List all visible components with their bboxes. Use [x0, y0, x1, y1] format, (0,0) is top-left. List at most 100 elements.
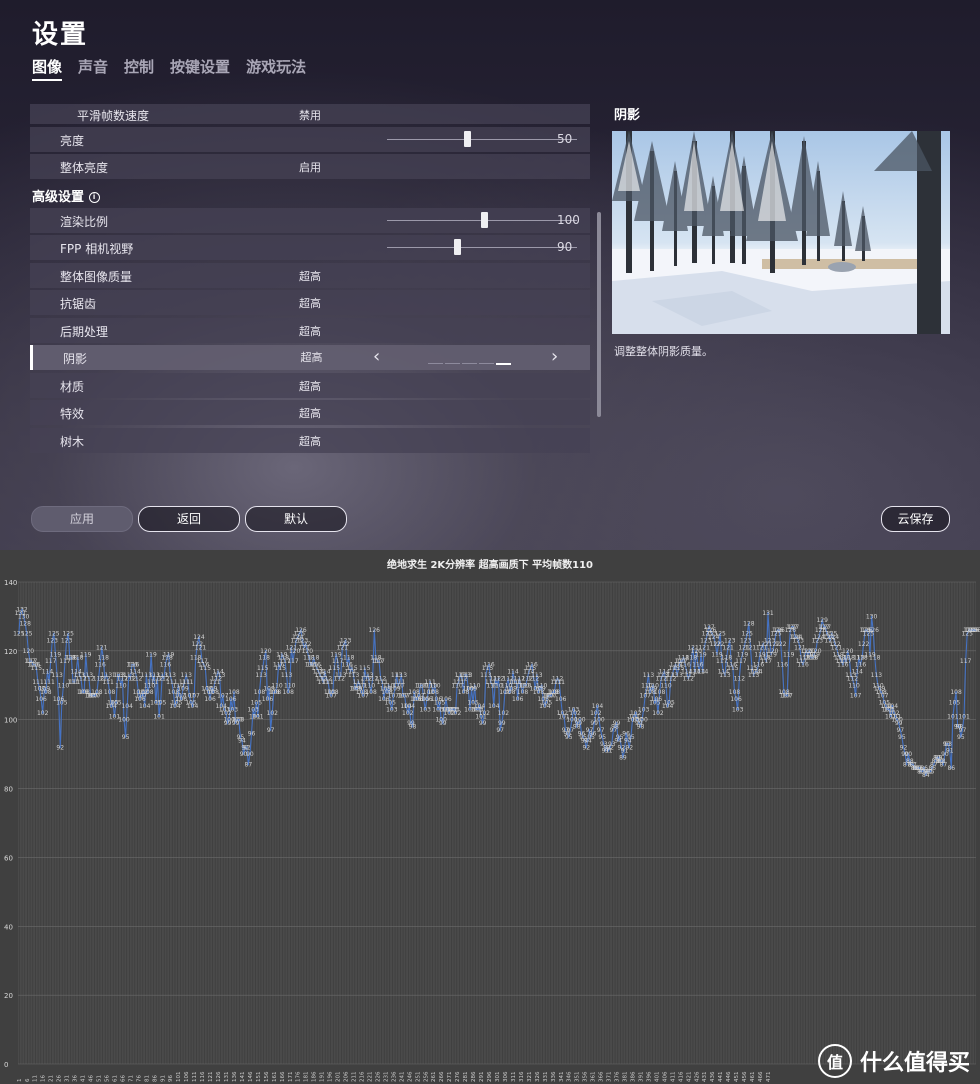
setting-row-antialiasing[interactable]: 抗锯齿 超高	[30, 290, 590, 315]
data-label: 116	[483, 662, 495, 669]
fov-slider[interactable]	[387, 239, 577, 255]
setting-row-overall-brightness[interactable]: 整体亮度 启用	[30, 154, 590, 179]
data-label: 116	[160, 662, 172, 669]
x-tick-label: 286	[471, 1071, 477, 1082]
slider-knob[interactable]	[454, 239, 461, 255]
data-label: 101	[153, 713, 165, 720]
setting-row-smooth-fps[interactable]: 平滑帧数速度 禁用	[30, 104, 590, 124]
x-tick-label: 66	[120, 1075, 126, 1082]
setting-row-textures[interactable]: 材质 超高	[30, 372, 590, 398]
data-label: 91	[946, 748, 954, 755]
info-icon[interactable]: i	[88, 191, 100, 203]
data-label: 117	[735, 658, 747, 665]
tab-graphics[interactable]: 图像	[32, 56, 63, 81]
x-tick-label: 131	[224, 1072, 230, 1083]
data-label: 128	[743, 620, 755, 627]
data-label: 113	[531, 672, 543, 679]
data-label: 106	[555, 696, 567, 703]
data-label: 95	[898, 734, 906, 741]
cloud-save-button[interactable]: 云保存	[881, 506, 950, 532]
data-label: 102	[450, 710, 462, 717]
data-label: 128	[19, 620, 31, 627]
data-label: 105	[110, 700, 122, 707]
y-tick-label: 140	[4, 579, 17, 587]
data-label: 96	[589, 730, 597, 737]
x-tick-label: 141	[240, 1072, 246, 1083]
x-tick-label: 46	[89, 1075, 95, 1082]
data-label: 107	[850, 693, 862, 700]
data-label: 108	[104, 689, 116, 696]
setting-row-render-scale[interactable]: 渲染比例 100	[30, 207, 590, 233]
data-label: 123	[47, 638, 59, 645]
setting-row-overall-quality[interactable]: 整体图像质量 超高	[30, 262, 590, 288]
x-tick-label: 306	[503, 1071, 509, 1082]
render-scale-slider[interactable]	[387, 211, 577, 228]
settings-scrollbar[interactable]	[596, 104, 602, 466]
x-tick-label: 461	[750, 1072, 756, 1083]
tab-keybinds[interactable]: 按键设置	[170, 56, 230, 81]
data-label: 124	[193, 634, 205, 641]
settings-screen: 设置 图像 声音 控制 按键设置 游戏玩法 平滑帧数速度 禁用 亮度 50 整体…	[0, 0, 980, 550]
chevron-right-icon[interactable]: ›	[551, 346, 558, 367]
data-label: 99	[479, 720, 487, 727]
slider-knob[interactable]	[481, 211, 488, 228]
data-label: 121	[722, 644, 734, 651]
back-button[interactable]: 返回	[138, 506, 240, 532]
data-label: 105	[251, 700, 263, 707]
setting-row-brightness[interactable]: 亮度 50	[30, 126, 590, 152]
setting-row-fpp-fov[interactable]: FPP 相机视野 90	[30, 235, 590, 260]
x-tick-label: 256	[423, 1071, 429, 1082]
data-label: 95	[627, 734, 635, 741]
x-tick-label: 21	[49, 1075, 55, 1082]
data-label: 108	[327, 689, 339, 696]
data-label: 113	[214, 672, 226, 679]
x-tick-label: 156	[264, 1071, 270, 1082]
data-label: 102	[37, 710, 49, 717]
x-tick-label: 291	[479, 1072, 485, 1083]
data-label: 116	[526, 662, 538, 669]
tab-control[interactable]: 控制	[124, 56, 154, 81]
x-tick-label: 266	[439, 1071, 445, 1082]
data-label: 123	[61, 638, 73, 645]
scrollbar-thumb[interactable]	[597, 212, 601, 417]
setting-row-foliage[interactable]: 树木 超高	[30, 427, 590, 453]
data-label: 117	[45, 658, 57, 665]
x-tick-label: 401	[654, 1072, 660, 1083]
watermark-logo: 值	[817, 1044, 852, 1078]
data-label: 108	[228, 689, 240, 696]
x-tick-label: 6	[25, 1078, 31, 1082]
slider-knob[interactable]	[464, 130, 471, 147]
data-label: 125	[742, 631, 754, 638]
tab-gameplay[interactable]: 游戏玩法	[246, 56, 306, 81]
data-label: 120	[23, 648, 35, 655]
setting-label: 亮度	[60, 133, 85, 148]
data-label: 119	[163, 651, 175, 658]
data-label: 105	[541, 700, 553, 707]
setting-value: 禁用	[299, 109, 321, 122]
tab-sound[interactable]: 声音	[78, 56, 108, 81]
data-label: 113	[643, 672, 655, 679]
data-label: 115	[727, 665, 739, 672]
data-label: 118	[98, 655, 110, 662]
default-button[interactable]: 默认	[245, 506, 347, 532]
x-tick-label: 301	[495, 1072, 501, 1083]
brightness-slider[interactable]	[387, 130, 577, 147]
watermark-text: 什么值得买	[859, 1051, 970, 1076]
setting-row-post-processing[interactable]: 后期处理 超高	[30, 317, 590, 343]
data-label: 126	[369, 627, 381, 634]
data-label: 130	[866, 613, 878, 620]
x-tick-label: 221	[367, 1072, 373, 1083]
data-label: 121	[195, 644, 207, 651]
setting-row-effects[interactable]: 特效 超高	[30, 400, 590, 425]
data-label: 104	[139, 703, 151, 710]
apply-button[interactable]: 应用	[31, 506, 133, 532]
x-tick-label: 11	[33, 1075, 39, 1082]
data-label: 119	[80, 651, 92, 658]
x-tick-label: 31	[65, 1075, 71, 1082]
data-label: 108	[91, 689, 103, 696]
x-tick-label: 426	[694, 1071, 700, 1082]
setting-row-shadows[interactable]: 阴影 ‹ 超高 ›	[30, 345, 590, 370]
data-label: 110	[271, 682, 283, 689]
data-label: 105	[56, 700, 68, 707]
x-tick-label: 471	[766, 1072, 772, 1083]
